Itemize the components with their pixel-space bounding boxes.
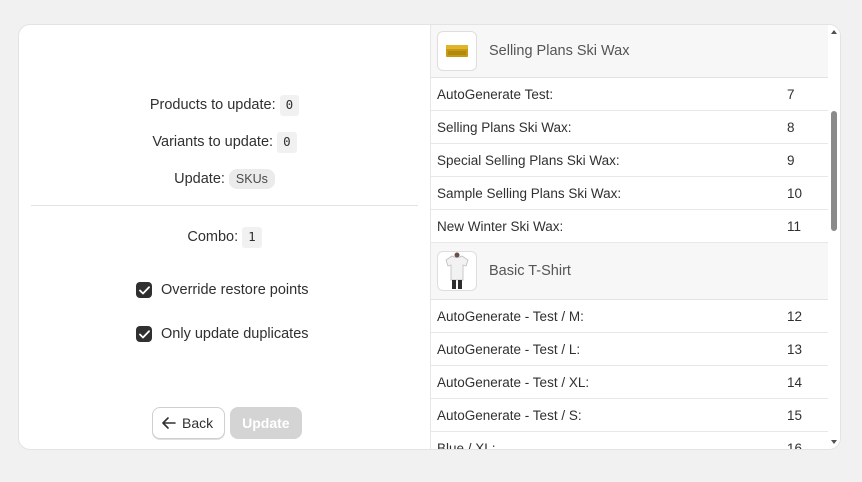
summary-panel: Products to update: 0 Variants to update… (19, 25, 431, 449)
combo-value: 1 (242, 227, 262, 248)
summary-divider (31, 205, 418, 206)
products-to-update-label: Products to update: (149, 97, 276, 114)
override-restore-points-label: Override restore points (161, 282, 309, 298)
variant-value: 16 (787, 440, 803, 450)
list-item: AutoGenerate - Test / M: 12 (431, 300, 830, 333)
variant-value: 11 (787, 218, 802, 234)
back-button-label: Back (182, 415, 214, 431)
variant-value: 15 (787, 407, 803, 423)
products-to-update-row: Products to update: 0 (19, 95, 430, 116)
t-shirt-product-icon (437, 251, 477, 291)
back-button[interactable]: Back (152, 407, 226, 439)
scrollbar-thumb[interactable] (831, 111, 837, 231)
list-item: Blue / XL: 16 (431, 432, 830, 450)
variant-name: AutoGenerate - Test / L: (437, 341, 581, 357)
variants-to-update-label: Variants to update: (152, 134, 274, 151)
update-button[interactable]: Update (230, 407, 302, 439)
combo-label: Combo: (187, 229, 239, 246)
variant-value: 12 (787, 308, 803, 324)
list-item: Special Selling Plans Ski Wax: 9 (431, 144, 830, 177)
products-to-update-value: 0 (279, 95, 300, 116)
variant-name: AutoGenerate - Test / XL: (437, 374, 590, 390)
only-update-duplicates-label: Only update duplicates (161, 326, 309, 342)
list-item: New Winter Ski Wax: 11 (431, 210, 830, 243)
action-buttons: Back Update (152, 407, 302, 439)
variant-name: AutoGenerate - Test / S: (437, 407, 582, 423)
product-group-header: Basic T-Shirt (431, 243, 830, 300)
variant-value: 9 (787, 152, 795, 168)
only-update-duplicates-checkbox[interactable] (136, 326, 152, 342)
scroll-up-arrow-icon[interactable] (831, 30, 837, 34)
product-group-header: Selling Plans Ski Wax (431, 25, 830, 78)
checkmark-icon (138, 285, 150, 294)
variants-to-update-row: Variants to update: 0 (19, 132, 430, 153)
variant-name: Selling Plans Ski Wax: (437, 119, 572, 135)
update-modal-card: Products to update: 0 Variants to update… (18, 24, 841, 450)
product-group-title: Basic T-Shirt (489, 263, 571, 279)
variants-to-update-value: 0 (277, 132, 297, 153)
list-scrollbar[interactable] (828, 25, 840, 449)
variant-value: 14 (787, 374, 803, 390)
list-item: Selling Plans Ski Wax: 8 (431, 111, 830, 144)
list-item: AutoGenerate Test: 7 (431, 78, 830, 111)
variant-value: 10 (787, 185, 803, 201)
variant-value: 8 (787, 119, 795, 135)
override-restore-points-option[interactable]: Override restore points (136, 282, 308, 298)
list-item: AutoGenerate - Test / L: 13 (431, 333, 830, 366)
variant-name: New Winter Ski Wax: (437, 218, 564, 234)
variant-value: 13 (787, 341, 803, 357)
scroll-down-arrow-icon[interactable] (831, 440, 837, 444)
update-field-row: Update: SKUs (19, 169, 430, 189)
only-update-duplicates-option[interactable]: Only update duplicates (136, 326, 309, 342)
variant-name: AutoGenerate Test: (437, 86, 554, 102)
arrow-left-icon (162, 417, 176, 429)
override-restore-points-checkbox[interactable] (136, 282, 152, 298)
variant-value: 7 (787, 86, 795, 102)
list-item: AutoGenerate - Test / S: 15 (431, 399, 830, 432)
checkmark-icon (138, 329, 150, 338)
update-field-label: Update: (174, 171, 225, 187)
product-group-title: Selling Plans Ski Wax (489, 43, 630, 59)
variant-name: Blue / XL: (437, 440, 496, 450)
list-item: AutoGenerate - Test / XL: 14 (431, 366, 830, 399)
list-item: Sample Selling Plans Ski Wax: 10 (431, 177, 830, 210)
variant-name: Special Selling Plans Ski Wax: (437, 152, 620, 168)
ski-wax-product-icon (437, 31, 477, 71)
variant-name: AutoGenerate - Test / M: (437, 308, 584, 324)
update-button-label: Update (242, 415, 290, 431)
variant-name: Sample Selling Plans Ski Wax: (437, 185, 622, 201)
variants-list: Selling Plans Ski Wax AutoGenerate Test:… (431, 25, 830, 449)
update-field-badge: SKUs (228, 169, 275, 189)
variants-list-panel[interactable]: Selling Plans Ski Wax AutoGenerate Test:… (431, 25, 840, 449)
combo-row: Combo: 1 (19, 227, 430, 248)
